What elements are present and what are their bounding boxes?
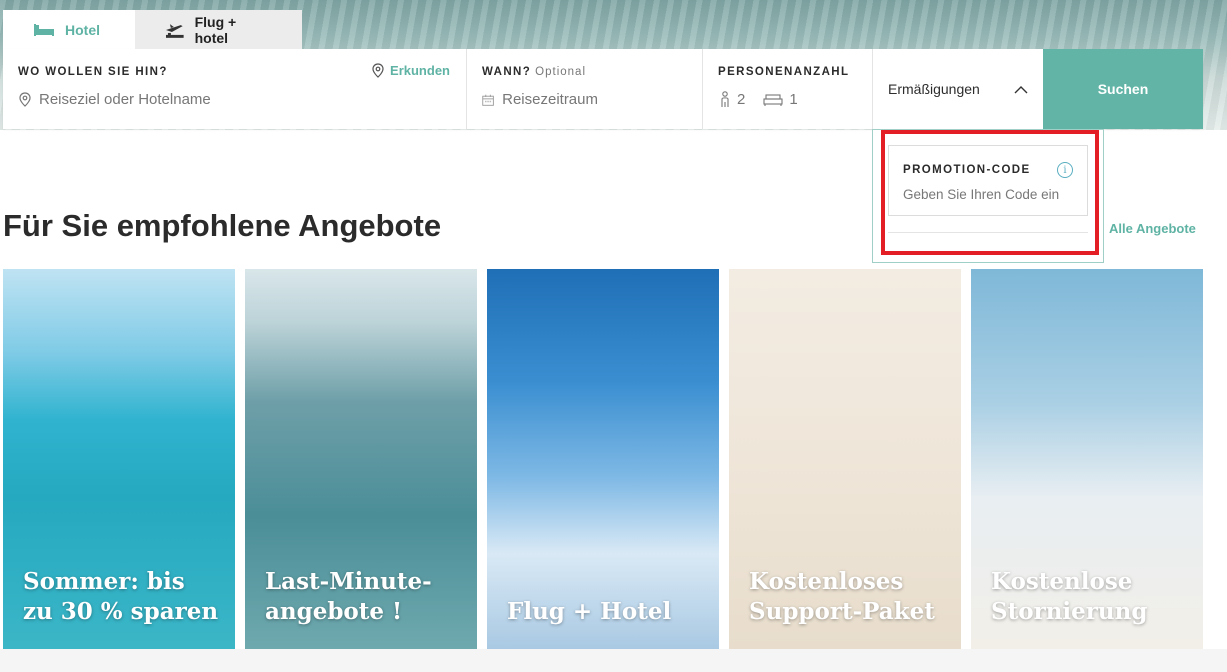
date-placeholder: Reisezeitraum	[502, 91, 598, 108]
offer-card-line2: Support-Paket	[749, 598, 935, 625]
offer-card-line2: zu 30 % sparen	[23, 598, 219, 625]
destination-label: WO WOLLEN SIE HIN?	[18, 66, 168, 78]
explore-label: Erkunden	[390, 63, 450, 78]
persons-label: PERSONENANZAHL	[718, 66, 850, 78]
destination-field[interactable]: WO WOLLEN SIE HIN? Erkunden Reiseziel od…	[3, 49, 467, 129]
offer-card-label: Last-Minute- angebote !	[265, 567, 465, 627]
destination-input[interactable]: Reiseziel oder Hotelname	[19, 91, 211, 108]
offer-card-summer[interactable]: Sommer: bis zu 30 % sparen	[3, 269, 235, 649]
tab-flight-hotel-label: Flug + hotel	[194, 13, 237, 46]
discounts-toggle[interactable]: Ermäßigungen	[873, 49, 1043, 129]
offer-card-cancellation[interactable]: Kostenlose Stornierung	[971, 269, 1203, 649]
page-bottom-band	[0, 649, 1227, 672]
date-label-text: WANN?	[482, 66, 532, 78]
offer-card-last-minute[interactable]: Last-Minute- angebote !	[245, 269, 477, 649]
booking-tabs: Hotel Flug + hotel	[3, 10, 302, 49]
date-input[interactable]: Reisezeitraum	[482, 91, 598, 108]
destination-placeholder: Reiseziel oder Hotelname	[39, 91, 211, 108]
offer-card-label: Kostenlose Stornierung	[991, 567, 1191, 627]
offer-card-label: Flug + Hotel	[507, 597, 707, 627]
date-field[interactable]: WANN? Optional Reisezeitraum	[467, 49, 703, 129]
offer-card-support[interactable]: Kostenloses Support-Paket	[729, 269, 961, 649]
offer-card-line1: Sommer: bis	[23, 568, 185, 595]
bed-icon	[34, 23, 54, 36]
highlight-box	[881, 130, 1099, 255]
offer-cards: Sommer: bis zu 30 % sparen Last-Minute- …	[3, 269, 1203, 649]
offer-card-line1: Kostenlose	[991, 568, 1133, 595]
chevron-up-icon	[1014, 86, 1028, 94]
search-button[interactable]: Suchen	[1043, 49, 1203, 129]
map-pin-icon	[372, 63, 384, 78]
persons-value: 2 1	[719, 91, 798, 108]
all-offers-link[interactable]: Alle Angebote	[1109, 221, 1196, 236]
tab-flight-hotel[interactable]: Flug + hotel	[135, 10, 302, 49]
location-pin-icon	[19, 92, 31, 107]
offer-card-line2: angebote !	[265, 598, 403, 625]
offer-card-label: Sommer: bis zu 30 % sparen	[23, 567, 223, 627]
tab-hotel-label: Hotel	[65, 21, 100, 38]
date-label: WANN? Optional	[482, 66, 586, 78]
discounts-label: Ermäßigungen	[888, 81, 980, 97]
person-icon	[721, 91, 729, 107]
calendar-icon	[482, 94, 494, 106]
room-bed-icon	[763, 93, 783, 106]
persons-field[interactable]: PERSONENANZAHL 2 1	[703, 49, 873, 129]
offer-card-line1: Kostenloses	[749, 568, 904, 595]
adults-count: 2	[737, 91, 746, 108]
offer-card-label: Kostenloses Support-Paket	[749, 567, 949, 627]
date-optional: Optional	[535, 66, 587, 78]
search-bar: WO WOLLEN SIE HIN? Erkunden Reiseziel od…	[3, 49, 1203, 129]
rooms-count: 1	[789, 91, 798, 108]
plane-icon	[165, 23, 184, 38]
offer-card-line2: Flug + Hotel	[507, 598, 672, 625]
offer-card-line1: Last-Minute-	[265, 568, 432, 595]
tab-hotel[interactable]: Hotel	[3, 10, 135, 49]
explore-link[interactable]: Erkunden	[372, 63, 450, 78]
offers-title: Für Sie empfohlene Angebote	[3, 208, 442, 243]
offer-card-flight-hotel[interactable]: Flug + Hotel	[487, 269, 719, 649]
offer-card-line2: Stornierung	[991, 598, 1148, 625]
